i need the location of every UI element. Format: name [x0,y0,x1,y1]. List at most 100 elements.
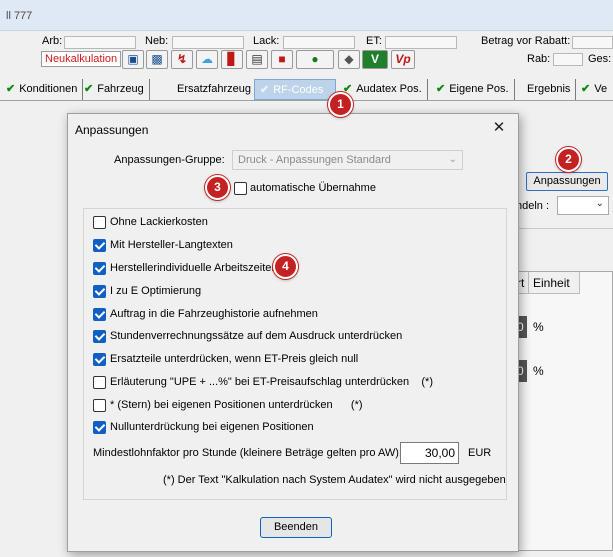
mindestlohn-unit: EUR [468,447,492,459]
divider [515,228,613,229]
et-field [385,36,457,49]
lack-field [283,36,355,49]
runden-label: ndeln : [516,200,550,212]
tab-ve[interactable]: ✔ Ve [576,79,612,100]
gruppe-value: Druck - Anpassungen Standard [238,154,391,166]
betrag-label: Betrag vor Rabatt: [481,35,571,47]
neukalkulation-button[interactable]: Neukalkulation [41,51,122,67]
anpassungen-button[interactable]: Anpassungen [526,172,608,191]
option-label: Herstellerindividuelle Arbeitszeiten [110,262,278,274]
checkbox-box[interactable] [93,262,106,275]
tab-ersatzfahrzeug[interactable]: Ersatzfahrzeug [168,79,261,100]
bar-chart-icon: ▊ [227,52,237,66]
checkbox-box[interactable] [93,285,106,298]
tab-label: Ersatzfahrzeug [177,83,251,95]
anpassungen-dialog: Anpassungen ✕ Anpassungen-Gruppe: Druck … [67,113,519,552]
rab-label: Rab: [527,53,551,65]
option-label: * (Stern) bei eigenen Positionen unterdr… [110,399,363,411]
option-label: Nullunterdrückung bei eigenen Positionen [110,421,314,433]
vp-button[interactable]: Vp [391,50,415,69]
tab-rf-codes[interactable]: ✔ RF-Codes [254,79,336,100]
mindestlohn-input[interactable]: 30,00 [400,442,459,464]
tab-label: Eigene Pos. [449,83,509,95]
window-title: ll 777 [6,10,33,22]
checkbox-box[interactable] [93,421,106,434]
chevron-down-icon: ⌄ [595,198,604,209]
beenden-button[interactable]: Beenden [260,517,332,538]
cloud-icon: ☁ [201,52,213,66]
options-group: Ohne Lackierkosten Mit Hersteller-Langte… [83,208,507,500]
block-button[interactable]: ■ [271,50,293,69]
lightning-icon: ↯ [176,52,188,66]
car-icon: ▩ [151,52,163,66]
diamond-icon: ◆ [344,52,354,66]
option-label: Stundenverrechnungssätze auf dem Ausdruc… [110,330,403,342]
checkbox-box[interactable] [93,353,106,366]
checkbox-box[interactable] [234,182,247,195]
auto-uebernahme-label: automatische Übernahme [250,182,376,194]
chart-button[interactable]: ▊ [221,50,243,69]
tab-eigene-pos[interactable]: ✔ Eigene Pos. [431,79,515,100]
betrag-field [572,36,613,49]
car-check-button[interactable]: ● [296,50,334,69]
rab-field [553,53,583,66]
footnote: (*) Der Text "Kalkulation nach System Au… [163,474,506,486]
tab-ergebnis[interactable]: Ergebnis [522,79,577,100]
gruppe-select[interactable]: Druck - Anpassungen Standard ⌄ [232,150,463,170]
check-icon: ✔ [6,83,16,95]
check-icon: ✔ [436,83,446,95]
tab-fahrzeug[interactable]: ✔ Fahrzeug [79,79,150,100]
option-label: Ohne Lackierkosten [110,216,208,228]
neb-label: Neb: [145,35,169,47]
ges-label: Ges: [588,53,612,65]
tab-konditionen[interactable]: ✔ Konditionen [0,79,84,100]
tab-audatex-pos[interactable]: ✔ Audatex Pos. [338,79,428,100]
vehicle-button[interactable]: ▩ [146,50,168,69]
tab-label: Audatex Pos. [356,83,422,95]
checkbox-box[interactable] [93,216,106,229]
chevron-down-icon: ⌄ [448,154,457,165]
arb-label: Arb: [42,35,63,47]
info-area: Arb: Neb: Lack: ET: Betrag vor Rabatt: R… [0,31,613,75]
annotation-marker-1: 1 [328,92,353,117]
option-label: Auftrag in die Fahrzeughistorie aufnehme… [110,308,318,320]
tab-label: Ergebnis [527,83,571,95]
option-label: Mit Hersteller-Langtexten [110,239,233,251]
close-icon[interactable]: ✕ [490,119,508,137]
grid-header-einheit: Einheit [529,272,580,294]
window-titlebar: ll 777 [0,0,613,31]
neb-field [172,36,244,49]
cloud-button[interactable]: ☁ [196,50,218,69]
option-label: Erläuterung "UPE + ...%" bei ET-Preisauf… [110,376,433,388]
et-label: ET: [366,35,382,47]
tab-label: Ve [594,83,608,95]
document-icon: ▤ [251,52,263,66]
v-icon: V [370,52,379,66]
checkbox-box[interactable] [93,399,106,412]
checkbox-box[interactable] [93,308,106,321]
arb-field [64,36,136,49]
flash-button[interactable]: ↯ [171,50,193,69]
vp-icon: Vp [395,52,411,66]
red-block-icon: ■ [278,52,286,66]
annotation-marker-3: 3 [205,175,230,200]
document-button[interactable]: ▤ [246,50,268,69]
annotation-marker-4: 4 [273,254,298,279]
runden-select[interactable]: ⌄ [557,196,609,215]
option-label: I zu E Optimierung [110,285,202,297]
camera-icon: ▣ [127,52,139,66]
tab-label: Konditionen [19,83,78,95]
checkbox-box[interactable] [93,239,106,252]
checkbox-box[interactable] [93,376,106,389]
annotation-marker-2: 2 [556,147,581,172]
photo-button[interactable]: ▣ [122,50,144,69]
checkbox-box[interactable] [93,330,106,343]
tab-label: Fahrzeug [97,83,144,95]
option-label: Ersatzteile unterdrücken, wenn ET-Preis … [110,353,359,365]
check-icon: ✔ [260,84,270,96]
diamond-button[interactable]: ◆ [338,50,360,69]
v-button[interactable]: V [362,50,388,69]
lack-label: Lack: [253,35,280,47]
tab-strip: ✔ Konditionen ✔ Fahrzeug Ersatzfahrzeug ✔ R… [0,79,613,101]
positions-grid: rt Einheit 0 % 0 % [514,271,613,551]
